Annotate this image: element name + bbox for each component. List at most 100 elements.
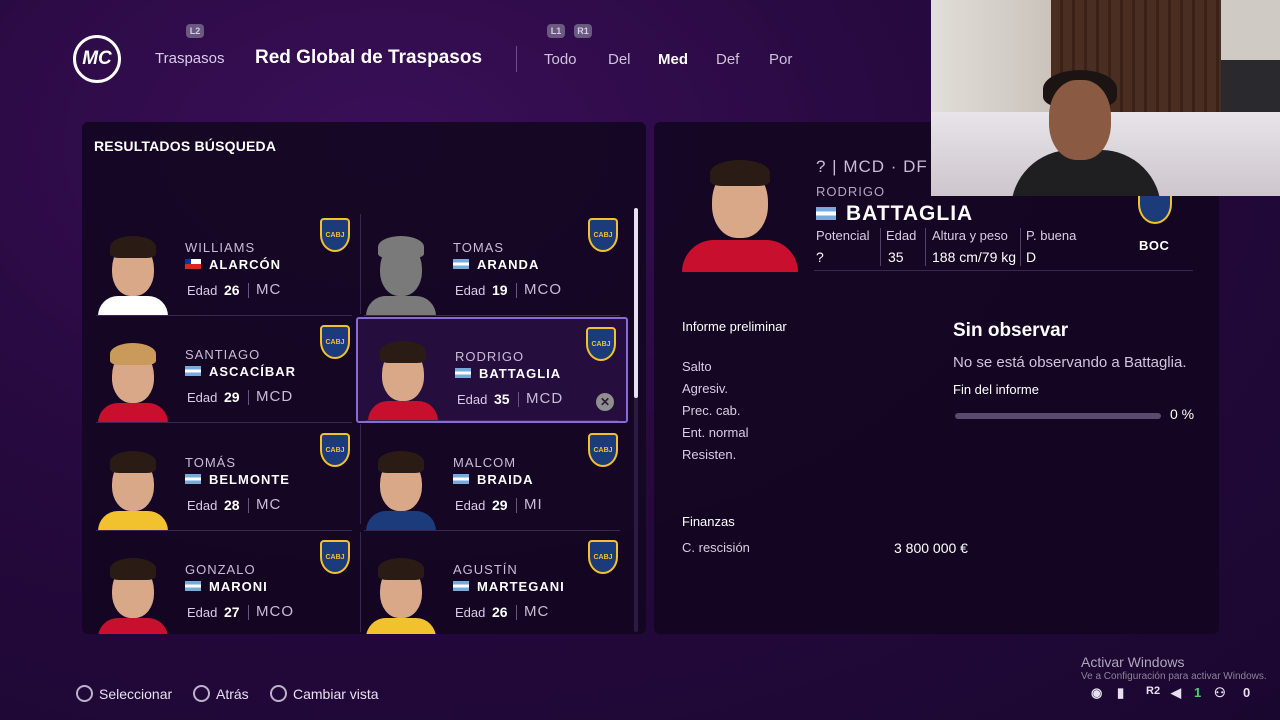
stat-label: Resisten.	[682, 447, 737, 462]
age-label: Edad	[187, 390, 218, 405]
player-position: MC	[256, 496, 282, 513]
results-scrollbar[interactable]	[634, 208, 638, 632]
windows-activation-title: Activar Windows	[1081, 654, 1185, 670]
player-position: MC	[524, 603, 550, 620]
club-crest-icon: CABJ	[320, 433, 350, 467]
tab-del[interactable]: Del	[608, 51, 631, 68]
player-card[interactable]: RODRIGO BATTAGLIA Edad 35 MCD CABJ ✕	[356, 317, 628, 423]
age-label: Edad	[187, 605, 218, 620]
cross-button-icon	[76, 685, 93, 702]
report-title: Informe preliminar	[682, 319, 787, 334]
club-crest-icon: CABJ	[588, 218, 618, 252]
attr-divider	[880, 228, 881, 266]
player-position: MCD	[526, 390, 564, 407]
club-crest-icon: CABJ	[320, 218, 350, 252]
card-divider	[96, 315, 352, 316]
player-age: 35	[494, 391, 510, 407]
card-divider	[364, 315, 620, 316]
player-position: MCO	[524, 281, 562, 298]
circle-button-icon	[193, 685, 210, 702]
player-last-name: BELMONTE	[209, 472, 290, 487]
attr-divider	[1020, 228, 1021, 266]
player-age: 29	[224, 389, 240, 405]
stats-icon: ▮	[1117, 685, 1125, 700]
player-photo	[98, 550, 168, 634]
player-photo	[368, 333, 438, 421]
age-label: Edad	[187, 283, 218, 298]
observe-status-title: Sin observar	[953, 320, 1069, 341]
player-first-name: MALCOM	[453, 455, 517, 470]
detail-divider	[814, 270, 1193, 271]
ea-icon: ◉	[1091, 685, 1103, 700]
player-last-name: BATTAGLIA	[479, 366, 562, 381]
scroll-thumb[interactable]	[634, 208, 638, 398]
attr-potential-value: ?	[816, 249, 824, 265]
player-first-name: TOMAS	[453, 240, 504, 255]
player-card[interactable]: SANTIAGO ASCACÍBAR Edad 29 MCD CABJ	[88, 317, 360, 423]
argentina-flag-icon	[455, 368, 471, 378]
attr-foot-label: P. buena	[1026, 228, 1077, 243]
player-card[interactable]: WILLIAMS ALARCÓN Edad 26 MC CABJ	[88, 210, 360, 316]
argentina-flag-icon	[453, 581, 469, 591]
player-card[interactable]: GONZALO MARONI Edad 27 MCO CABJ	[88, 532, 360, 634]
player-first-name: GONZALO	[185, 562, 256, 577]
tab-def[interactable]: Def	[716, 51, 739, 68]
player-card[interactable]: TOMAS ARANDA Edad 19 MCO CABJ	[356, 210, 628, 316]
hint-back[interactable]: Atrás	[216, 686, 249, 702]
report-progress-value: 0 %	[1170, 406, 1195, 422]
player-photo	[366, 550, 436, 634]
age-label: Edad	[457, 392, 488, 407]
card-divider	[364, 530, 620, 531]
hint-change-view[interactable]: Cambiar vista	[293, 686, 379, 702]
nav-traspasos[interactable]: Traspasos	[155, 50, 224, 67]
hint-select[interactable]: Seleccionar	[99, 686, 172, 702]
player-card[interactable]: TOMÁS BELMONTE Edad 28 MC CABJ	[88, 425, 360, 531]
tab-por[interactable]: Por	[769, 51, 792, 68]
player-photo	[98, 335, 168, 423]
attr-foot-value: D	[1026, 249, 1037, 265]
pipe-divider	[248, 498, 249, 513]
player-age: 26	[224, 282, 240, 298]
player-detail-panel: ? | MCD · DF RODRIGO BATTAGLIA Potencial…	[654, 122, 1219, 634]
tab-med[interactable]: Med	[658, 51, 688, 68]
age-label: Edad	[455, 283, 486, 298]
pipe-divider	[248, 283, 249, 298]
stat-label: Salto	[682, 359, 712, 374]
argentina-flag-icon	[185, 474, 201, 484]
player-card[interactable]: AGUSTÍN MARTEGANI Edad 26 MC CABJ	[356, 532, 628, 634]
player-last-name: MARONI	[209, 579, 268, 594]
player-age: 27	[224, 604, 240, 620]
pipe-divider	[516, 283, 517, 298]
tab-todo[interactable]: Todo	[544, 51, 577, 68]
player-age: 28	[224, 497, 240, 513]
player-first-name: SANTIAGO	[185, 347, 261, 362]
player-position: MI	[524, 496, 543, 513]
player-position-line: ? | MCD · DF	[816, 157, 928, 176]
player-position: MCD	[256, 388, 294, 405]
player-portrait	[682, 156, 798, 272]
webcam-overlay	[931, 0, 1280, 196]
argentina-flag-icon	[816, 207, 836, 220]
player-photo	[366, 443, 436, 531]
remove-icon[interactable]: ✕	[596, 393, 614, 411]
player-last-name: BATTAGLIA	[846, 202, 974, 225]
player-card[interactable]: MALCOM BRAIDA Edad 29 MI CABJ	[356, 425, 628, 531]
release-clause-label: C. rescisión	[682, 540, 750, 555]
card-divider	[96, 530, 352, 531]
age-label: Edad	[455, 605, 486, 620]
club-crest-icon: CABJ	[586, 327, 616, 361]
player-first-name: RODRIGO	[455, 349, 525, 364]
club-crest-icon: CABJ	[320, 325, 350, 359]
results-title: RESULTADOS BÚSQUEDA	[94, 138, 277, 154]
online-count: 1	[1194, 685, 1202, 700]
chile-flag-icon	[185, 259, 201, 269]
player-age: 19	[492, 282, 508, 298]
attr-age-value: 35	[888, 249, 904, 265]
club-name: BOC	[1139, 238, 1170, 253]
page-title: Red Global de Traspasos	[255, 47, 483, 68]
argentina-flag-icon	[185, 581, 201, 591]
player-photo	[98, 443, 168, 531]
back-arrow-icon: ◀	[1171, 685, 1181, 700]
pipe-divider	[516, 605, 517, 620]
age-label: Edad	[455, 498, 486, 513]
